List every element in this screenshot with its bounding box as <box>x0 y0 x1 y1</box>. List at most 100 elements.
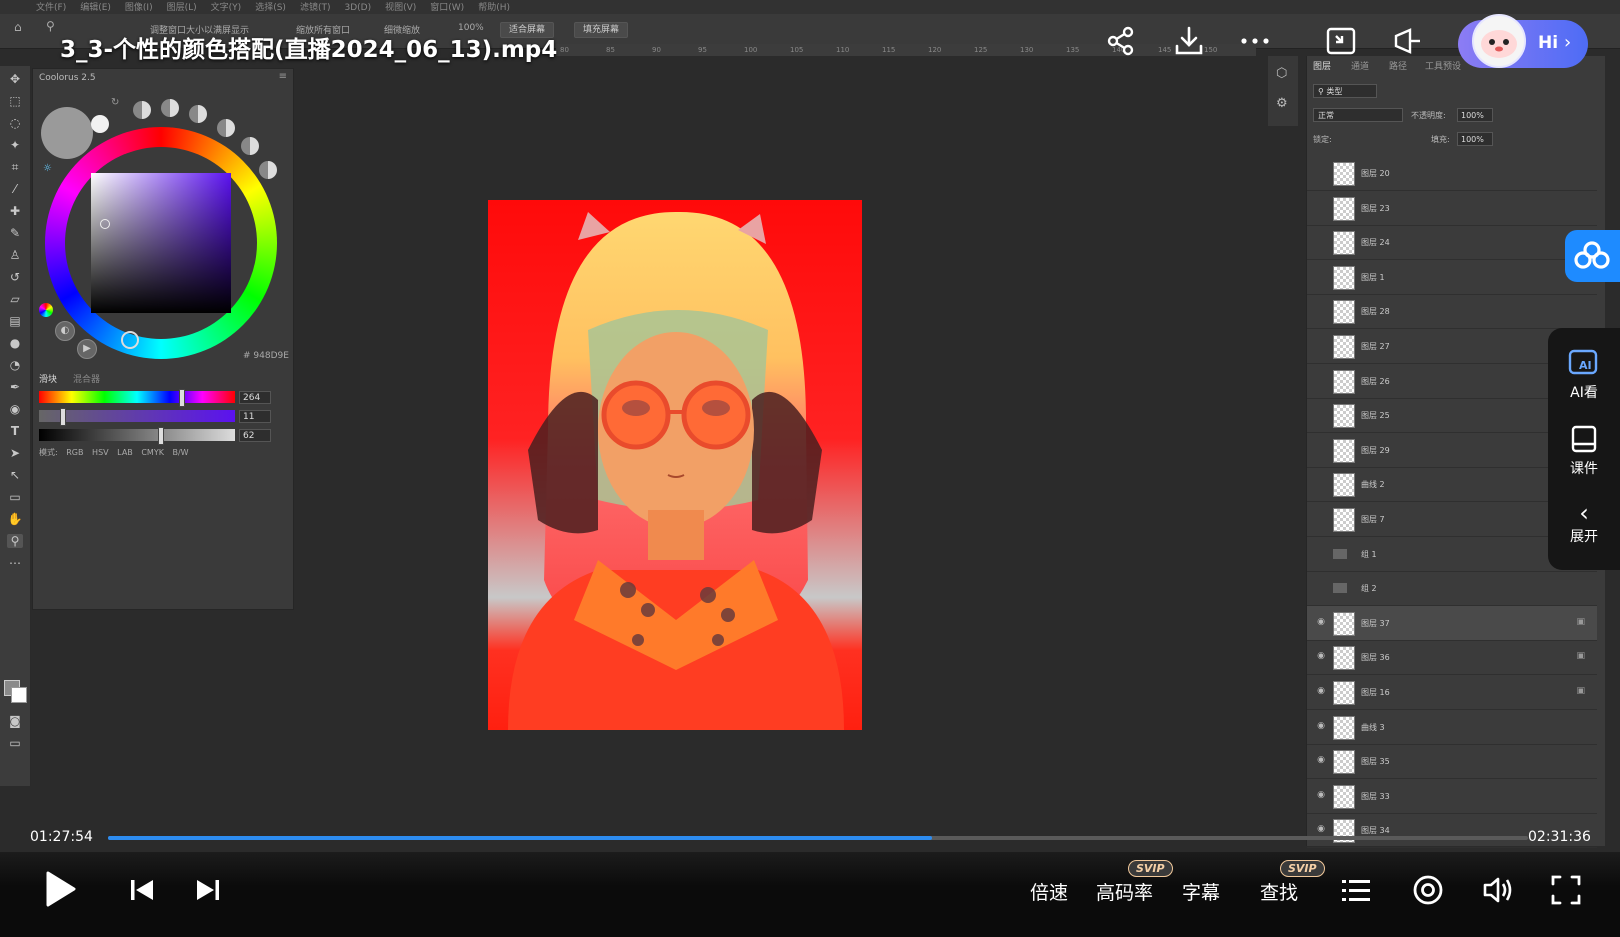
hue-slider[interactable] <box>39 389 235 407</box>
zoom-tool-icon[interactable]: ⚲ <box>46 19 55 33</box>
assistant-hi-button[interactable]: Hi › <box>1458 14 1588 68</box>
saturation-value-field[interactable]: 11 <box>239 410 271 423</box>
mode-rgb[interactable]: RGB <box>66 448 83 457</box>
visibility-eye-icon[interactable]: ◉ <box>1315 790 1327 800</box>
layer-row[interactable]: 图层 20 <box>1307 156 1597 191</box>
float-window-icon[interactable] <box>1390 24 1424 58</box>
tab-sliders[interactable]: 滑块 <box>39 372 57 385</box>
gamut-preset-icon[interactable] <box>217 119 235 137</box>
visibility-eye-icon[interactable]: ◉ <box>1315 686 1327 696</box>
play-icon[interactable] <box>42 870 78 907</box>
direct-selection-tool-icon[interactable]: ↖ <box>7 468 23 482</box>
progress-bar[interactable] <box>108 836 1528 840</box>
rectangle-tool-icon[interactable]: ▭ <box>7 490 23 504</box>
pen-tool-icon[interactable]: ✒ <box>7 380 23 394</box>
hand-tool-icon[interactable]: ✋ <box>7 512 23 526</box>
ps-menu-item[interactable]: 选择(S) <box>255 3 286 13</box>
brightness-slider-thumb[interactable] <box>158 427 165 445</box>
visibility-eye-icon[interactable]: ◉ <box>1315 651 1327 661</box>
move-tool-icon[interactable]: ✥ <box>7 72 23 86</box>
zoom-tool-icon[interactable]: ⚲ <box>7 534 23 548</box>
playlist-icon[interactable] <box>1338 872 1374 908</box>
layer-row[interactable]: 图层 24 <box>1307 225 1597 261</box>
screen-mode-icon[interactable]: ▭ <box>7 736 23 750</box>
subtitle-button[interactable]: 字幕 <box>1182 878 1220 905</box>
marquee-tool-icon[interactable]: ⬚ <box>7 94 23 108</box>
cloud-drive-button[interactable] <box>1565 230 1620 282</box>
color-model-icon[interactable] <box>39 303 53 317</box>
download-icon[interactable] <box>1172 24 1206 58</box>
saturation-slider-thumb[interactable] <box>60 408 67 426</box>
dodge-tool-icon[interactable]: ◔ <box>7 358 23 372</box>
background-color-swatch[interactable] <box>11 687 27 703</box>
3d-icon[interactable]: ⬡ <box>1276 66 1287 81</box>
ps-menu-item[interactable]: 图像(I) <box>125 3 153 13</box>
more-icon[interactable] <box>1238 24 1272 58</box>
picture-in-picture-icon[interactable] <box>1324 24 1358 58</box>
tab-channels[interactable]: 通道 <box>1351 59 1369 72</box>
next-icon[interactable] <box>190 872 226 908</box>
light-icon[interactable]: ☼ <box>43 163 52 174</box>
layer-row[interactable]: 图层 23 <box>1307 191 1597 226</box>
quick-mask-icon[interactable]: ◙ <box>7 714 23 728</box>
gamut-preset-icon[interactable] <box>259 161 277 179</box>
clone-stamp-tool-icon[interactable]: ♙ <box>7 248 23 262</box>
tab-tool-presets[interactable]: 工具预设 <box>1425 59 1461 72</box>
layer-row[interactable]: ◉ 图层 36 ▣ <box>1307 640 1597 676</box>
saturation-slider[interactable] <box>39 408 235 426</box>
previous-color-swatch[interactable] <box>91 115 109 133</box>
layer-row[interactable]: ◉ 图层 16 ▣ <box>1307 675 1597 710</box>
tab-mixer[interactable]: 混合器 <box>73 372 100 385</box>
panel-menu-icon[interactable]: ≡ <box>279 71 287 82</box>
visibility-eye-icon[interactable]: ◉ <box>1315 824 1327 834</box>
magic-wand-tool-icon[interactable]: ✦ <box>7 138 23 152</box>
eyedropper-tool-icon[interactable]: ⁄ <box>7 182 23 196</box>
sv-cursor[interactable] <box>100 219 110 229</box>
bitrate-button[interactable]: 高码率 SVIP <box>1096 860 1173 905</box>
current-color-swatch[interactable] <box>41 107 93 159</box>
ps-menu-item[interactable]: 滤镜(T) <box>300 3 331 13</box>
more-tools-icon[interactable]: ⋯ <box>7 556 23 570</box>
brush-tool-icon[interactable]: ✎ <box>7 226 23 240</box>
brightness-value-field[interactable]: 62 <box>239 429 271 442</box>
home-icon[interactable]: ⌂ <box>14 20 22 34</box>
ps-menu-item[interactable]: 3D(D) <box>344 3 371 13</box>
smudge-tool-icon[interactable]: ◉ <box>7 402 23 416</box>
brightness-slider[interactable] <box>39 427 235 445</box>
gamut-preset-icon[interactable] <box>241 137 259 155</box>
layer-filter-kind[interactable]: ⚲ 类型 <box>1313 84 1377 98</box>
visibility-eye-icon[interactable]: ◉ <box>1315 755 1327 765</box>
expand-button[interactable]: ‹ 展开 <box>1548 500 1620 546</box>
record-icon[interactable] <box>1410 872 1446 908</box>
opacity-field[interactable]: 100% <box>1457 108 1493 122</box>
hex-value[interactable]: # 948D9E <box>243 351 289 361</box>
mode-hsv[interactable]: HSV <box>92 448 109 457</box>
tab-layers[interactable]: 图层 <box>1313 59 1331 72</box>
layer-row[interactable]: 图层 28 <box>1307 294 1597 330</box>
ps-menu-item[interactable]: 窗口(W) <box>430 3 464 13</box>
hue-cursor[interactable] <box>121 331 139 349</box>
hue-value-field[interactable]: 264 <box>239 391 271 404</box>
gamut-preset-icon[interactable] <box>133 101 151 119</box>
layer-row[interactable]: ◉ 图层 35 <box>1307 744 1597 780</box>
fullscreen-icon[interactable] <box>1548 872 1584 908</box>
search-button[interactable]: 查找 SVIP <box>1260 860 1325 905</box>
previous-icon[interactable] <box>124 872 160 908</box>
gradient-tool-icon[interactable]: ▤ <box>7 314 23 328</box>
ps-menu-item[interactable]: 文件(F) <box>36 3 66 13</box>
properties-icon[interactable]: ⚙ <box>1276 96 1288 111</box>
rotate-icon[interactable]: ↻ <box>111 97 119 108</box>
ps-menu-item[interactable]: 图层(L) <box>167 3 197 13</box>
ps-menu-item[interactable]: 编辑(E) <box>80 3 111 13</box>
mode-cmyk[interactable]: CMYK <box>141 448 164 457</box>
ps-menu-item[interactable]: 视图(V) <box>385 3 416 13</box>
volume-icon[interactable] <box>1480 872 1516 908</box>
healing-brush-tool-icon[interactable]: ✚ <box>7 204 23 218</box>
layer-row[interactable]: 组 2 <box>1307 571 1597 607</box>
ps-menu-item[interactable]: 文字(Y) <box>211 3 242 13</box>
history-brush-tool-icon[interactable]: ↺ <box>7 270 23 284</box>
type-tool-icon[interactable]: T <box>7 424 23 438</box>
visibility-eye-icon[interactable]: ◉ <box>1315 617 1327 627</box>
layer-row[interactable]: ◉ 图层 37 ▣ <box>1307 605 1597 641</box>
fill-screen-button[interactable]: 填充屏幕 <box>574 22 629 38</box>
